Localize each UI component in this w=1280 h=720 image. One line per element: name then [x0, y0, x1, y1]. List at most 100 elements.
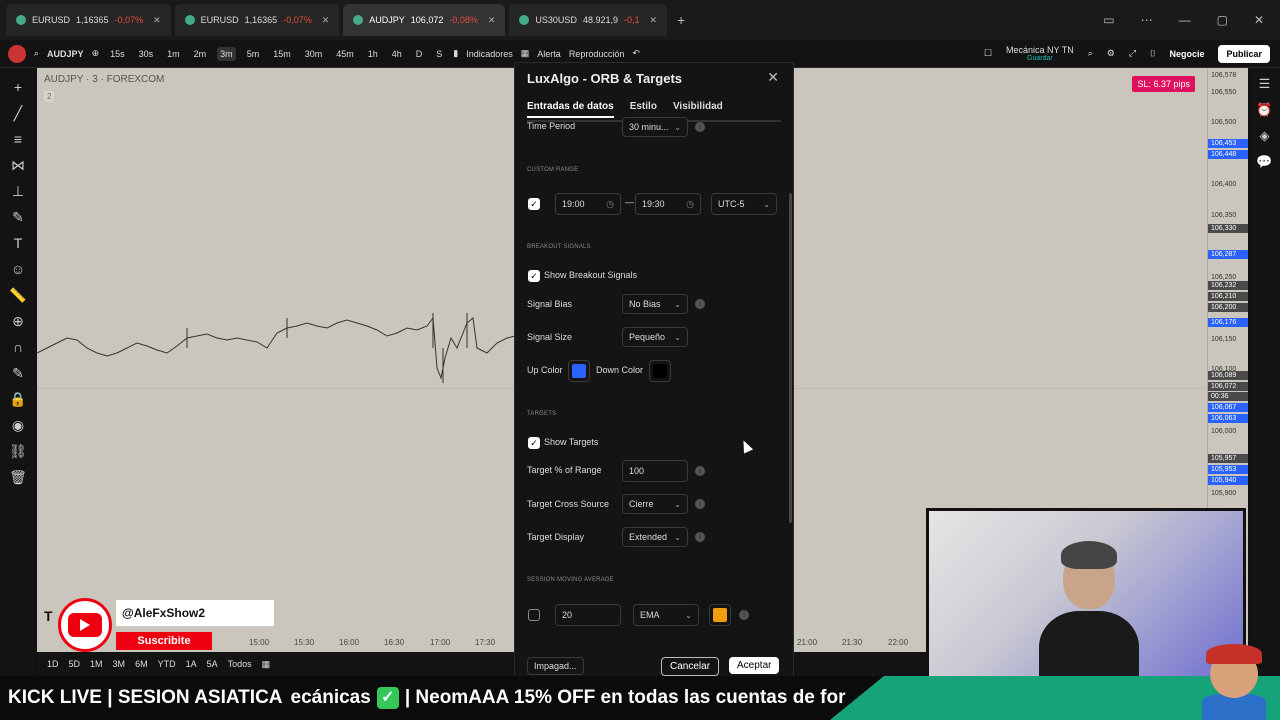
sma-color-swatch[interactable]: [709, 604, 731, 626]
accept-button[interactable]: Aceptar: [729, 657, 780, 674]
chart-sub-label[interactable]: 2: [44, 91, 55, 102]
close-icon[interactable]: ✕: [488, 15, 496, 26]
lock-icon[interactable]: 🔒: [8, 390, 28, 408]
eye-icon[interactable]: ◉: [8, 416, 28, 434]
layout-toggle-icon[interactable]: ☐: [984, 48, 992, 59]
magnet-icon[interactable]: ∩: [8, 338, 28, 356]
trash-icon[interactable]: 🗑: [8, 468, 28, 486]
timeframe-30s[interactable]: 30s: [136, 47, 157, 61]
search-icon[interactable]: ⌕: [34, 48, 39, 59]
info-icon[interactable]: i: [739, 610, 749, 620]
range-ytd[interactable]: YTD: [158, 659, 176, 669]
timeframe-1h[interactable]: 1h: [365, 47, 381, 61]
candle-type-icon[interactable]: ▮: [453, 48, 458, 59]
symbol-search[interactable]: AUDJPY: [47, 49, 84, 59]
layout-icon[interactable]: ▭: [1103, 13, 1114, 27]
indicators-button[interactable]: Indicadores: [466, 49, 513, 59]
timeframe-d[interactable]: D: [413, 47, 426, 61]
tab-style[interactable]: Estilo: [630, 101, 657, 118]
info-icon[interactable]: i: [695, 532, 705, 542]
range-3m[interactable]: 3M: [113, 659, 126, 669]
timeframe-1m[interactable]: 1m: [164, 47, 183, 61]
range-todos[interactable]: Todos: [228, 659, 252, 669]
brush-icon[interactable]: ✎: [8, 208, 28, 226]
sma-checkbox[interactable]: [528, 609, 540, 621]
info-icon[interactable]: i: [695, 299, 705, 309]
range-5a[interactable]: 5A: [207, 659, 218, 669]
fib-icon[interactable]: ≡: [8, 130, 28, 148]
range-6m[interactable]: 6M: [135, 659, 148, 669]
lock-drawing-icon[interactable]: ✎: [8, 364, 28, 382]
up-color-swatch[interactable]: [568, 360, 590, 382]
pattern-icon[interactable]: ⋈: [8, 156, 28, 174]
start-time-field[interactable]: 19:00 ◷: [555, 193, 621, 215]
text-icon[interactable]: T: [8, 234, 28, 252]
minimize-icon[interactable]: —: [1179, 13, 1191, 27]
range-5d[interactable]: 5D: [69, 659, 81, 669]
target-display-select[interactable]: Extended ⌄: [622, 527, 688, 547]
sma-type-select[interactable]: EMA ⌄: [633, 604, 699, 626]
timeframe-45m[interactable]: 45m: [333, 47, 357, 61]
watchlist-icon[interactable]: ☰: [1259, 76, 1271, 92]
templates-icon[interactable]: ▦: [521, 48, 530, 59]
info-icon[interactable]: i: [695, 122, 705, 132]
show-breakout-checkbox[interactable]: ✓: [528, 270, 540, 282]
range-1a[interactable]: 1A: [186, 659, 197, 669]
link-icon[interactable]: ⛓: [8, 442, 28, 460]
close-icon[interactable]: ✕: [153, 15, 161, 26]
signal-size-select[interactable]: Pequeño ⌄: [622, 327, 688, 347]
more-icon[interactable]: ⋯: [1141, 13, 1153, 27]
timezone-select[interactable]: UTC-5 ⌄: [711, 193, 777, 215]
tab-eurusd-1[interactable]: EURUSD 1,16365 -0,07% ✕: [6, 4, 171, 36]
trendline-icon[interactable]: ╱: [8, 104, 28, 122]
target-pct-field[interactable]: 100: [622, 460, 688, 482]
replay-button[interactable]: Reproducción: [569, 49, 625, 59]
tab-eurusd-2[interactable]: EURUSD 1,16365 -0,07% ✕: [174, 4, 340, 36]
quick-search-icon[interactable]: ⌕: [1088, 48, 1093, 59]
timeframe-30m[interactable]: 30m: [302, 47, 326, 61]
cancel-button[interactable]: Cancelar: [661, 657, 720, 676]
trade-button[interactable]: Negocie: [1169, 49, 1204, 59]
tab-audjpy[interactable]: AUDJPY 106,072 -0,08% ✕: [343, 4, 506, 36]
close-icon[interactable]: ✕: [322, 15, 330, 26]
dialog-scrollbar[interactable]: [789, 193, 792, 523]
range-1d[interactable]: 1D: [47, 659, 59, 669]
range-1m[interactable]: 1M: [90, 659, 103, 669]
template-dropdown[interactable]: Impagad...: [527, 657, 584, 675]
timeframe-5m[interactable]: 5m: [244, 47, 263, 61]
close-icon[interactable]: ✕: [650, 15, 658, 26]
publish-button[interactable]: Publicar: [1218, 44, 1270, 63]
timeframe-3m[interactable]: 3m: [217, 46, 236, 61]
down-color-swatch[interactable]: [649, 360, 671, 382]
sma-length-field[interactable]: 20: [555, 604, 621, 626]
undo-icon[interactable]: ↶: [632, 48, 640, 59]
info-icon[interactable]: i: [695, 466, 705, 476]
info-icon[interactable]: i: [695, 499, 705, 509]
emoji-icon[interactable]: ☺: [8, 260, 28, 278]
zoom-icon[interactable]: ⊕: [8, 312, 28, 330]
timeframe-15s[interactable]: 15s: [107, 47, 128, 61]
chat-icon[interactable]: 💬: [1256, 154, 1272, 170]
settings-icon[interactable]: ⚙: [1107, 48, 1115, 59]
timeframe-s[interactable]: S: [433, 47, 445, 61]
tab-us30usd[interactable]: US30USD 48.921,9 -0,1 ✕: [509, 4, 668, 36]
avatar[interactable]: [8, 44, 26, 63]
new-tab-icon[interactable]: +: [677, 12, 685, 28]
timeframe-2m[interactable]: 2m: [191, 47, 210, 61]
alerts-icon[interactable]: ⏰: [1256, 102, 1272, 118]
alert-button[interactable]: Alerta: [537, 49, 561, 59]
crosshair-icon[interactable]: +: [8, 78, 28, 96]
maximize-icon[interactable]: ▢: [1217, 13, 1228, 27]
tab-inputs[interactable]: Entradas de datos: [527, 101, 614, 118]
compare-icon[interactable]: ⊕: [92, 48, 100, 59]
calendar-icon[interactable]: ▦: [262, 659, 271, 670]
layers-icon[interactable]: ◈: [1260, 128, 1270, 144]
cross-source-select[interactable]: Cierre ⌄: [622, 494, 688, 514]
show-targets-checkbox[interactable]: ✓: [528, 437, 540, 449]
fullscreen-icon[interactable]: ⤢: [1129, 48, 1136, 59]
projection-icon[interactable]: ⊥: [8, 182, 28, 200]
camera-icon[interactable]: ⌷: [1150, 48, 1155, 59]
ruler-icon[interactable]: 📏: [8, 286, 28, 304]
close-window-icon[interactable]: ✕: [1254, 13, 1264, 27]
tab-visibility[interactable]: Visibilidad: [673, 101, 723, 118]
